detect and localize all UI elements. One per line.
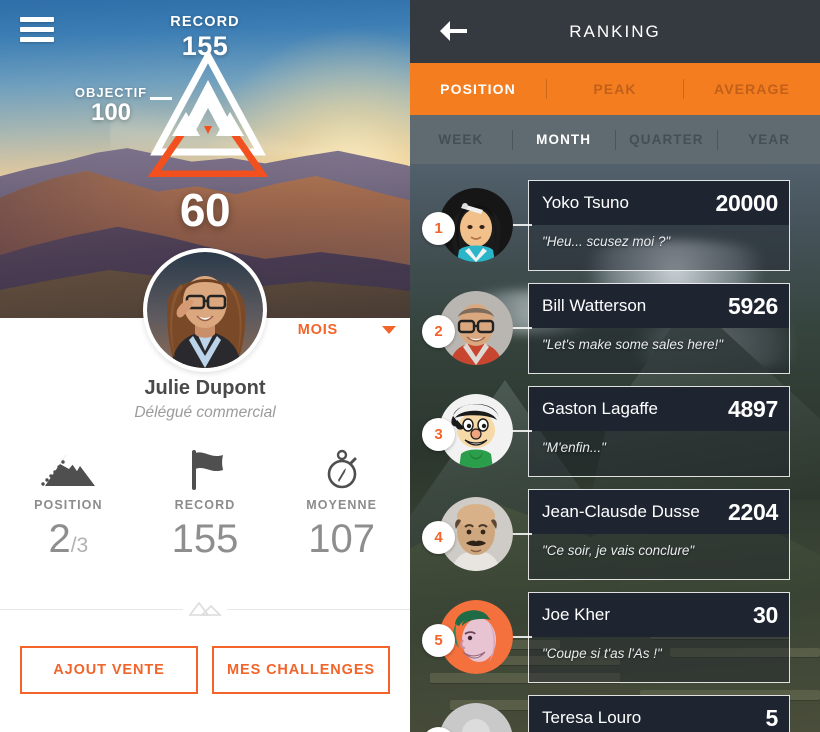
user-avatar-photo — [147, 252, 263, 368]
period-selector-mois[interactable]: MOIS — [298, 322, 396, 338]
secondary-tabs: WEEK MONTH QUARTER YEAR — [410, 115, 820, 164]
stats-row: POSITION 2/3 RECORD 155 MOYENNE 107 — [0, 448, 410, 559]
rank-badge: 1 — [422, 212, 455, 245]
action-buttons: AJOUT VENTE MES CHALLENGES — [0, 646, 410, 694]
player-name: Jean-Clausde Dusse — [542, 502, 700, 521]
ranking-list: 1 Yoko Tsuno 20000 "Heu... scusez moi ?" — [410, 164, 820, 732]
player-score: 5 — [765, 704, 779, 731]
player-name: Joe Kher — [542, 605, 611, 624]
ranking-card-header: Bill Watterson 5926 — [529, 284, 789, 328]
player-quote: "Let's make some sales here!" — [542, 337, 723, 352]
profile-role: Délégué commercial — [134, 404, 276, 421]
player-name: Yoko Tsuno — [542, 193, 629, 212]
ranking-card[interactable]: Bill Watterson 5926 "Let's make some sal… — [528, 283, 790, 374]
chevron-down-icon — [382, 326, 396, 334]
ranking-card-header: Yoko Tsuno 20000 — [529, 181, 789, 225]
stat-value-record: 155 — [171, 517, 239, 561]
mountain-icon — [0, 448, 137, 490]
list-item[interactable]: 5 Joe Kher 30 "Coupe si t'as l'As !" — [410, 592, 820, 693]
player-score: 30 — [753, 601, 778, 628]
stat-value-moyenne: 107 — [308, 517, 376, 561]
tab-month[interactable]: MONTH — [513, 132, 615, 147]
stopwatch-icon — [273, 448, 410, 490]
stat-label-moyenne: MOYENNE — [306, 498, 378, 512]
ranking-card-header: Gaston Lagaffe 4897 — [529, 387, 789, 431]
mountain-gauge-icon — [138, 48, 278, 178]
player-score: 20000 — [715, 189, 779, 216]
rank-badge: 5 — [422, 624, 455, 657]
rank-badge: 2 — [422, 315, 455, 348]
stat-label-record: RECORD — [174, 498, 236, 512]
ranking-title: RANKING — [569, 21, 661, 41]
player-quote: "Coupe si t'as l'As !" — [542, 646, 662, 661]
back-arrow-icon[interactable] — [438, 19, 468, 43]
player-quote: "Heu... scusez moi ?" — [542, 234, 671, 249]
profile-panel: RECORD 155 OBJECTIF 100 60 MOIS Julie Du… — [0, 0, 410, 732]
tab-week[interactable]: WEEK — [410, 132, 512, 147]
stat-moyenne: MOYENNE 107 — [273, 448, 410, 559]
ranking-panel: RANKING POSITION PEAK AVERAGE WEEK MONTH… — [410, 0, 820, 732]
flag-icon — [137, 448, 274, 490]
list-item[interactable]: 1 Yoko Tsuno 20000 "Heu... scusez moi ?" — [410, 180, 820, 281]
connector-line — [510, 224, 532, 226]
ranking-card-header: Teresa Louro 5 — [529, 696, 789, 732]
tab-peak[interactable]: PEAK — [547, 81, 683, 97]
player-name: Bill Watterson — [542, 296, 647, 315]
connector-line — [510, 327, 532, 329]
mes-challenges-button[interactable]: MES CHALLENGES — [212, 646, 390, 694]
avatar[interactable] — [143, 248, 267, 372]
rank-badge: 3 — [422, 418, 455, 451]
player-name: Gaston Lagaffe — [542, 399, 658, 418]
ranking-topbar: RANKING — [410, 0, 820, 63]
stat-position: POSITION 2/3 — [0, 448, 137, 559]
ranking-card[interactable]: Teresa Louro 5 — [528, 695, 790, 732]
list-item[interactable]: 6 Teresa Louro 5 — [410, 695, 820, 732]
period-selector-label: MOIS — [297, 322, 338, 338]
list-item[interactable]: 3 Gaston Lagaffe 4897 "M'enfin..." — [410, 386, 820, 487]
rank-badge: 4 — [422, 521, 455, 554]
player-score: 5926 — [728, 292, 778, 319]
ajout-vente-button[interactable]: AJOUT VENTE — [20, 646, 198, 694]
avatar-teresa-louro — [439, 703, 513, 732]
player-quote: "Ce soir, je vais conclure" — [542, 543, 695, 558]
connector-line — [510, 430, 532, 432]
mountain-divider-icon — [183, 598, 227, 620]
tab-position[interactable]: POSITION — [410, 81, 546, 97]
player-name: Teresa Louro — [542, 708, 642, 727]
ranking-card-header: Joe Kher 30 — [529, 593, 789, 637]
hero-record-label: RECORD — [170, 14, 240, 30]
stat-value-position: 2/3 — [48, 517, 89, 561]
stat-record: RECORD 155 — [137, 448, 274, 559]
player-score: 4897 — [728, 395, 778, 422]
hero-current-score: 60 — [179, 184, 231, 236]
player-quote: "M'enfin..." — [542, 440, 606, 455]
ranking-card[interactable]: Jean-Clausde Dusse 2204 "Ce soir, je vai… — [528, 489, 790, 580]
primary-tabs: POSITION PEAK AVERAGE — [410, 63, 820, 115]
connector-line — [510, 533, 532, 535]
ranking-card[interactable]: Gaston Lagaffe 4897 "M'enfin..." — [528, 386, 790, 477]
player-score: 2204 — [728, 498, 778, 525]
ranking-card-header: Jean-Clausde Dusse 2204 — [529, 490, 789, 534]
connector-line — [510, 636, 532, 638]
tab-quarter[interactable]: QUARTER — [616, 132, 718, 147]
page-title: Julie Dupont — [144, 377, 266, 399]
tab-year[interactable]: YEAR — [718, 132, 820, 147]
ranking-card[interactable]: Yoko Tsuno 20000 "Heu... scusez moi ?" — [528, 180, 790, 271]
tab-average[interactable]: AVERAGE — [684, 81, 820, 97]
list-item[interactable]: 2 Bill Watterson 5926 "Let's make some s… — [410, 283, 820, 384]
list-item[interactable]: 4 Jean-Clausde Dusse 2204 "Ce soir, je v… — [410, 489, 820, 590]
ranking-card[interactable]: Joe Kher 30 "Coupe si t'as l'As !" — [528, 592, 790, 683]
stat-label-position: POSITION — [34, 498, 103, 512]
